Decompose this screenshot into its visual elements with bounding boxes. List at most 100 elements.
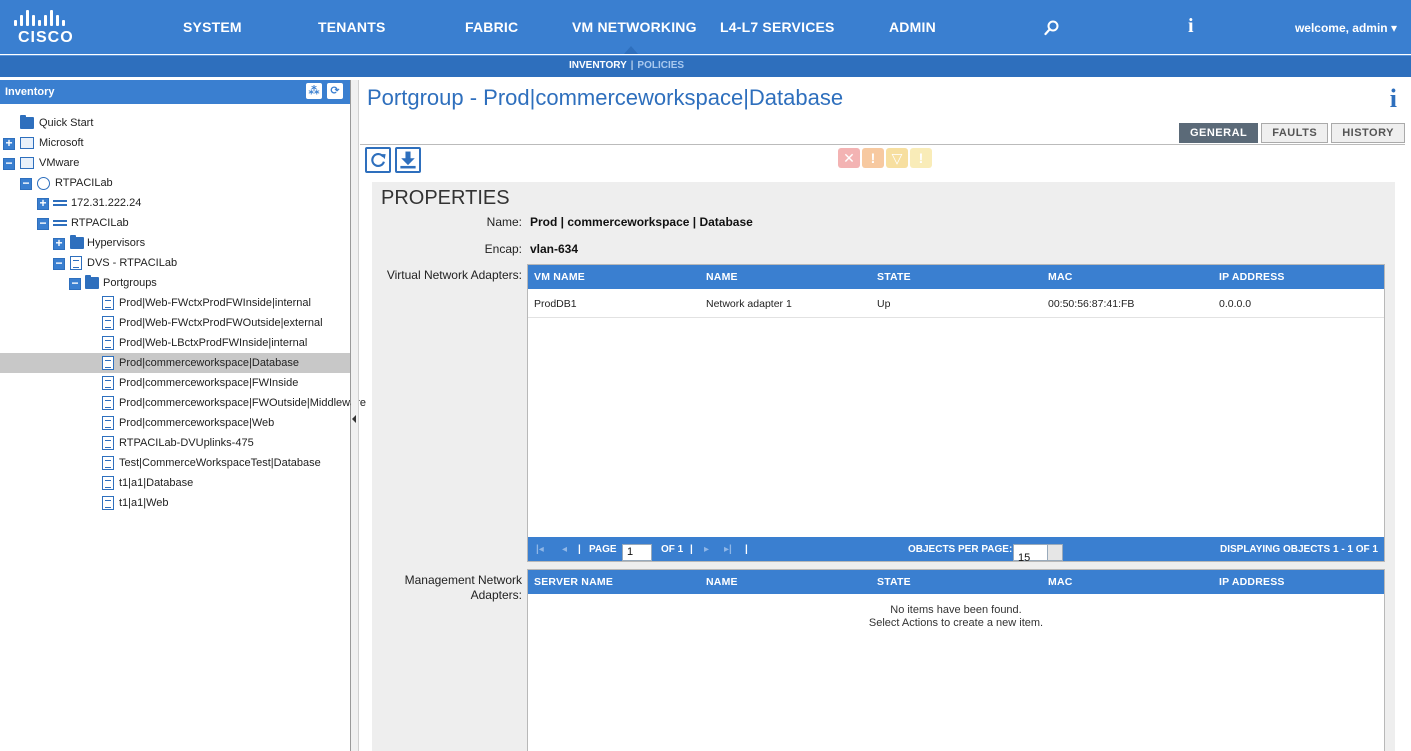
cisco-logo-text: CISCO	[18, 29, 74, 46]
active-nav-indicator	[624, 46, 638, 54]
first-page-icon[interactable]: |◂	[536, 544, 544, 555]
expand-icon[interactable]: +	[3, 137, 15, 150]
tree-node-portgroup[interactable]: Prod|Web-FWctxProdFWInside|internal	[0, 293, 350, 313]
major-fault-icon: !	[862, 148, 884, 168]
displaying-objects-label: DISPLAYING OBJECTS 1 - 1 OF 1	[1219, 544, 1378, 555]
objects-per-page-select[interactable]: 15	[1013, 544, 1063, 564]
expand-icon[interactable]: +	[37, 197, 49, 210]
tree-node-portgroup[interactable]: Test|CommerceWorkspaceTest|Database	[0, 453, 350, 473]
name-value: Prod | commerceworkspace | Database	[530, 215, 753, 229]
tree-node-label: RTPACILab	[71, 217, 129, 229]
tree-node-portgroups[interactable]: − Portgroups	[0, 273, 350, 293]
tree-node-label: DVS - RTPACILab	[87, 257, 178, 269]
tree-node-portgroup[interactable]: RTPACILab-DVUplinks-475	[0, 433, 350, 453]
nav-system[interactable]: SYSTEM	[183, 19, 242, 35]
virtual-network-adapters-table: VM NAME NAME STATE MAC IP ADDRESS ProdDB…	[527, 264, 1385, 564]
fault-summary[interactable]: ✕ ! ▽ !	[838, 148, 932, 168]
tree-node-rtpacilab-controller[interactable]: − RTPACILab	[0, 213, 350, 233]
column-header[interactable]: SERVER NAME	[534, 576, 613, 588]
user-menu[interactable]: welcome, admin ▾	[1295, 21, 1397, 35]
empty-table-message: No items have been found. Select Actions…	[528, 604, 1384, 630]
tree-node-label: Prod|Web-FWctxProdFWInside|internal	[119, 297, 311, 309]
refresh-icon[interactable]	[365, 147, 391, 173]
tree-node-portgroup[interactable]: Prod|Web-LBctxProdFWInside|internal	[0, 333, 350, 353]
collapse-icon[interactable]: −	[37, 217, 49, 230]
tree-node-label: Prod|commerceworkspace|Database	[119, 357, 299, 369]
nav-tenants[interactable]: TENANTS	[318, 19, 386, 35]
info-icon[interactable]: i	[1188, 15, 1194, 38]
cisco-logo[interactable]: CISCO	[12, 8, 102, 48]
subnav-policies[interactable]: POLICIES	[637, 60, 684, 71]
tree-node-portgroup[interactable]: t1|a1|Web	[0, 493, 350, 513]
document-icon	[102, 476, 114, 490]
tree-node-portgroup[interactable]: Prod|commerceworkspace|FWInside	[0, 373, 350, 393]
refresh-tree-icon[interactable]: ⟳	[327, 83, 343, 99]
nav-l4-l7-services[interactable]: L4-L7 SERVICES	[720, 19, 835, 35]
tree-node-portgroup[interactable]: t1|a1|Database	[0, 473, 350, 493]
tree-node-label: Microsoft	[39, 137, 84, 149]
pager-separator: |	[745, 544, 748, 555]
encap-value: vlan-634	[530, 242, 579, 256]
tree-node-label: Prod|Web-FWctxProdFWOutside|external	[119, 317, 323, 329]
column-header[interactable]: NAME	[706, 271, 738, 283]
document-icon	[102, 416, 114, 430]
nav-vm-networking[interactable]: VM NETWORKING	[572, 19, 697, 35]
panel-splitter[interactable]	[351, 80, 359, 751]
help-info-icon[interactable]: i	[1390, 84, 1397, 114]
tree-options-icon[interactable]: ⁂	[306, 83, 322, 99]
objects-per-page-value: 15	[1018, 552, 1031, 564]
tree-node-portgroup[interactable]: Prod|commerceworkspace|Web	[0, 413, 350, 433]
tab-general[interactable]: GENERAL	[1178, 123, 1259, 143]
page-number-input[interactable]: 1	[622, 544, 652, 561]
nav-fabric[interactable]: FABRIC	[465, 19, 518, 35]
collapse-icon[interactable]: −	[53, 257, 65, 270]
tree-node-portgroup[interactable]: Prod|Web-FWctxProdFWOutside|external	[0, 313, 350, 333]
tree-node-label: RTPACILab	[55, 177, 113, 189]
column-header[interactable]: IP ADDRESS	[1219, 271, 1285, 283]
tree-node-hypervisors[interactable]: + Hypervisors	[0, 233, 350, 253]
empty-message-line-1: No items have been found.	[890, 604, 1022, 616]
column-header[interactable]: MAC	[1048, 271, 1073, 283]
tree-node-label: Portgroups	[103, 277, 157, 289]
tree-node-dvs[interactable]: − DVS - RTPACILab	[0, 253, 350, 273]
tree-node-label: Hypervisors	[87, 237, 146, 249]
download-icon[interactable]	[395, 147, 421, 173]
tree-node-rtpacilab-domain[interactable]: − RTPACILab	[0, 173, 350, 193]
tree-node-controller-ip[interactable]: + 172.31.222.24	[0, 193, 350, 213]
collapse-icon[interactable]: −	[3, 157, 15, 170]
tree-node-vmware[interactable]: − VMware	[0, 153, 350, 173]
column-header[interactable]: MAC	[1048, 576, 1073, 588]
cisco-logo-bars	[14, 8, 102, 26]
tree-node-label: Prod|Web-LBctxProdFWInside|internal	[119, 337, 308, 349]
tree-node-portgroup[interactable]: Prod|commerceworkspace|FWOutside|Middlew…	[0, 393, 366, 413]
nav-admin[interactable]: ADMIN	[889, 19, 936, 35]
inventory-panel: Inventory ⁂ ⟳ Quick Start + Microsoft − …	[0, 80, 366, 751]
search-icon[interactable]	[1044, 20, 1060, 36]
tree-node-label: Prod|commerceworkspace|FWInside	[119, 377, 299, 389]
column-header[interactable]: STATE	[877, 271, 911, 283]
document-icon	[102, 356, 114, 370]
chevron-down-icon	[1047, 545, 1062, 560]
column-header[interactable]: NAME	[706, 576, 738, 588]
expand-icon[interactable]: +	[53, 237, 65, 250]
critical-fault-icon: ✕	[838, 148, 860, 168]
column-header[interactable]: VM NAME	[534, 271, 585, 283]
folder-icon	[85, 275, 99, 289]
next-page-icon[interactable]: ▸	[704, 544, 709, 555]
column-header[interactable]: STATE	[877, 576, 911, 588]
collapse-icon[interactable]: −	[69, 277, 81, 290]
collapse-panel-icon[interactable]	[352, 415, 356, 423]
tab-faults[interactable]: FAULTS	[1261, 123, 1329, 143]
collapse-icon[interactable]: −	[20, 177, 32, 190]
tree-node-quick-start[interactable]: Quick Start	[0, 113, 350, 133]
minor-fault-icon: ▽	[886, 148, 908, 168]
column-header[interactable]: IP ADDRESS	[1219, 576, 1285, 588]
tree-node-portgroup-selected[interactable]: Prod|commerceworkspace|Database	[0, 353, 350, 373]
tree-node-microsoft[interactable]: + Microsoft	[0, 133, 350, 153]
tab-history[interactable]: HISTORY	[1331, 123, 1405, 143]
last-page-icon[interactable]: ▸|	[724, 544, 732, 555]
prev-page-icon[interactable]: ◂	[562, 544, 567, 555]
subnav-inventory[interactable]: INVENTORY	[569, 60, 627, 71]
mna-label-line-1: Management Network	[404, 573, 522, 587]
table-row[interactable]: ProdDB1 Network adapter 1 Up 00:50:56:87…	[528, 289, 1384, 318]
